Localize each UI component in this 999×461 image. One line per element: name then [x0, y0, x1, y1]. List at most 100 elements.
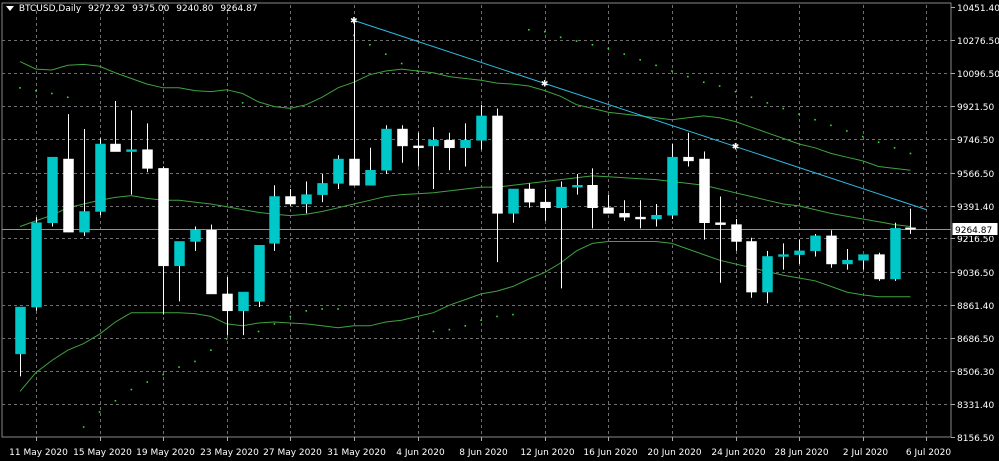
bear-candle-body[interactable]	[540, 201, 551, 209]
bull-candle-body[interactable]	[572, 185, 583, 188]
bear-candle-body[interactable]	[158, 168, 169, 267]
sar-dot	[893, 147, 896, 149]
sar-dot	[241, 102, 244, 104]
chart-header: BTCUSD,Daily 9272.92 9375.00 9240.80 926…	[6, 4, 262, 14]
bear-candle-body[interactable]	[683, 156, 694, 162]
bull-candle-body[interactable]	[810, 235, 821, 252]
sar-dot	[305, 310, 308, 312]
bear-candle-body[interactable]	[524, 188, 535, 203]
sar-dot	[210, 349, 212, 352]
bull-candle-body[interactable]	[460, 140, 471, 149]
bull-candle-body[interactable]	[269, 196, 280, 244]
bull-candle-body[interactable]	[762, 256, 773, 293]
bear-candle-body[interactable]	[222, 293, 233, 312]
bull-candle-body[interactable]	[778, 254, 789, 257]
bear-candle-body[interactable]	[715, 222, 726, 225]
bear-candle-body[interactable]	[731, 224, 742, 242]
sar-dot	[130, 388, 133, 391]
bear-candle-body[interactable]	[444, 140, 455, 149]
bear-candle-body[interactable]	[603, 207, 614, 214]
bull-candle-body[interactable]	[317, 183, 328, 195]
close-value: 9264.87	[220, 4, 258, 14]
bear-candle-body[interactable]	[413, 145, 424, 149]
sar-dot	[846, 130, 848, 132]
bull-candle-body[interactable]	[476, 115, 487, 141]
bull-candle-body[interactable]	[79, 211, 90, 233]
bear-candle-body[interactable]	[206, 229, 217, 295]
bull-candle-body[interactable]	[651, 214, 662, 220]
x-tick-label: 31 May 2020	[327, 448, 386, 458]
bull-candle-body[interactable]	[238, 291, 249, 312]
bear-candle-body[interactable]	[905, 227, 916, 230]
bear-candle-body[interactable]	[492, 115, 503, 214]
sar-dot	[750, 96, 753, 99]
y-tick-label: 9036.50	[957, 269, 994, 279]
bear-candle-body[interactable]	[619, 213, 630, 218]
sar-dot	[114, 399, 117, 402]
bull-candle-body[interactable]	[381, 128, 392, 171]
bull-candle-body[interactable]	[858, 254, 869, 261]
trendline-marker-icon[interactable]: ✱	[541, 79, 549, 89]
bull-candle-body[interactable]	[794, 250, 805, 255]
bear-candle-body[interactable]	[874, 254, 885, 280]
bull-candle-body[interactable]	[47, 156, 58, 223]
x-tick-label: 19 May 2020	[136, 448, 195, 458]
sar-dot	[162, 373, 164, 376]
sar-dot	[528, 28, 530, 31]
bull-candle-body[interactable]	[667, 156, 678, 216]
high-value: 9375.00	[132, 4, 170, 14]
bear-candle-body[interactable]	[746, 241, 757, 293]
sar-dot	[337, 308, 339, 310]
bear-candle-body[interactable]	[587, 185, 598, 209]
sar-dot	[607, 47, 610, 50]
y-tick-label: 8686.50	[957, 335, 994, 345]
bull-candle-body[interactable]	[190, 229, 201, 242]
sar-dot	[400, 62, 403, 65]
trendline-marker-icon[interactable]: ✱	[732, 143, 740, 153]
bear-candle-body[interactable]	[110, 143, 121, 152]
bull-candle-body[interactable]	[95, 143, 106, 212]
symbol-label: BTCUSD,Daily	[18, 4, 82, 14]
bull-candle-body[interactable]	[890, 228, 901, 280]
bull-candle-body[interactable]	[333, 158, 344, 184]
y-tick-label: 8331.40	[957, 401, 994, 411]
price-chart[interactable]: 10451.40 10276.50 10096.50 9921.50 9746.50 95…	[0, 0, 999, 461]
sar-dot	[369, 43, 371, 46]
bear-candle-body[interactable]	[285, 196, 296, 205]
bear-candle-body[interactable]	[699, 158, 710, 223]
x-tick-label: 12 Jun 2020	[520, 448, 574, 458]
bull-candle-body[interactable]	[428, 140, 439, 147]
trendline[interactable]	[353, 19, 927, 211]
bear-candle-body[interactable]	[63, 158, 74, 233]
bear-candle-body[interactable]	[142, 149, 153, 169]
bull-candle-body[interactable]	[842, 259, 853, 265]
bull-candle-body[interactable]	[254, 244, 265, 302]
x-tick-label: 27 May 2020	[263, 448, 322, 458]
low-value: 9240.80	[176, 4, 214, 14]
y-tick-label: 9566.50	[957, 170, 994, 180]
y-tick-label: 10096.50	[957, 70, 999, 80]
bear-candle-body[interactable]	[397, 128, 408, 147]
bear-candle-body[interactable]	[826, 235, 837, 265]
bear-candle-body[interactable]	[349, 158, 360, 186]
bull-candle-body[interactable]	[31, 222, 42, 308]
bull-candle-body[interactable]	[301, 194, 312, 205]
sar-dot	[623, 53, 626, 55]
sar-dot	[289, 315, 292, 318]
sar-dot	[66, 96, 69, 99]
sar-dot	[766, 102, 769, 104]
bull-candle-body[interactable]	[174, 241, 185, 267]
y-tick-label: 8861.40	[957, 302, 994, 312]
bear-candle-body[interactable]	[635, 216, 646, 220]
bull-candle-body[interactable]	[15, 306, 26, 355]
dropdown-triangle-icon	[6, 6, 14, 11]
sar-dot	[877, 141, 880, 144]
x-tick-label: 28 Jun 2020	[774, 448, 828, 458]
y-tick-label: 10451.40	[957, 4, 999, 14]
sar-dot	[19, 87, 21, 89]
bull-candle-body[interactable]	[508, 188, 519, 214]
bull-candle-body[interactable]	[556, 186, 567, 209]
bull-candle-body[interactable]	[365, 170, 376, 186]
trendline-marker-icon[interactable]: ✱	[350, 16, 358, 26]
bull-candle-body[interactable]	[126, 149, 137, 152]
